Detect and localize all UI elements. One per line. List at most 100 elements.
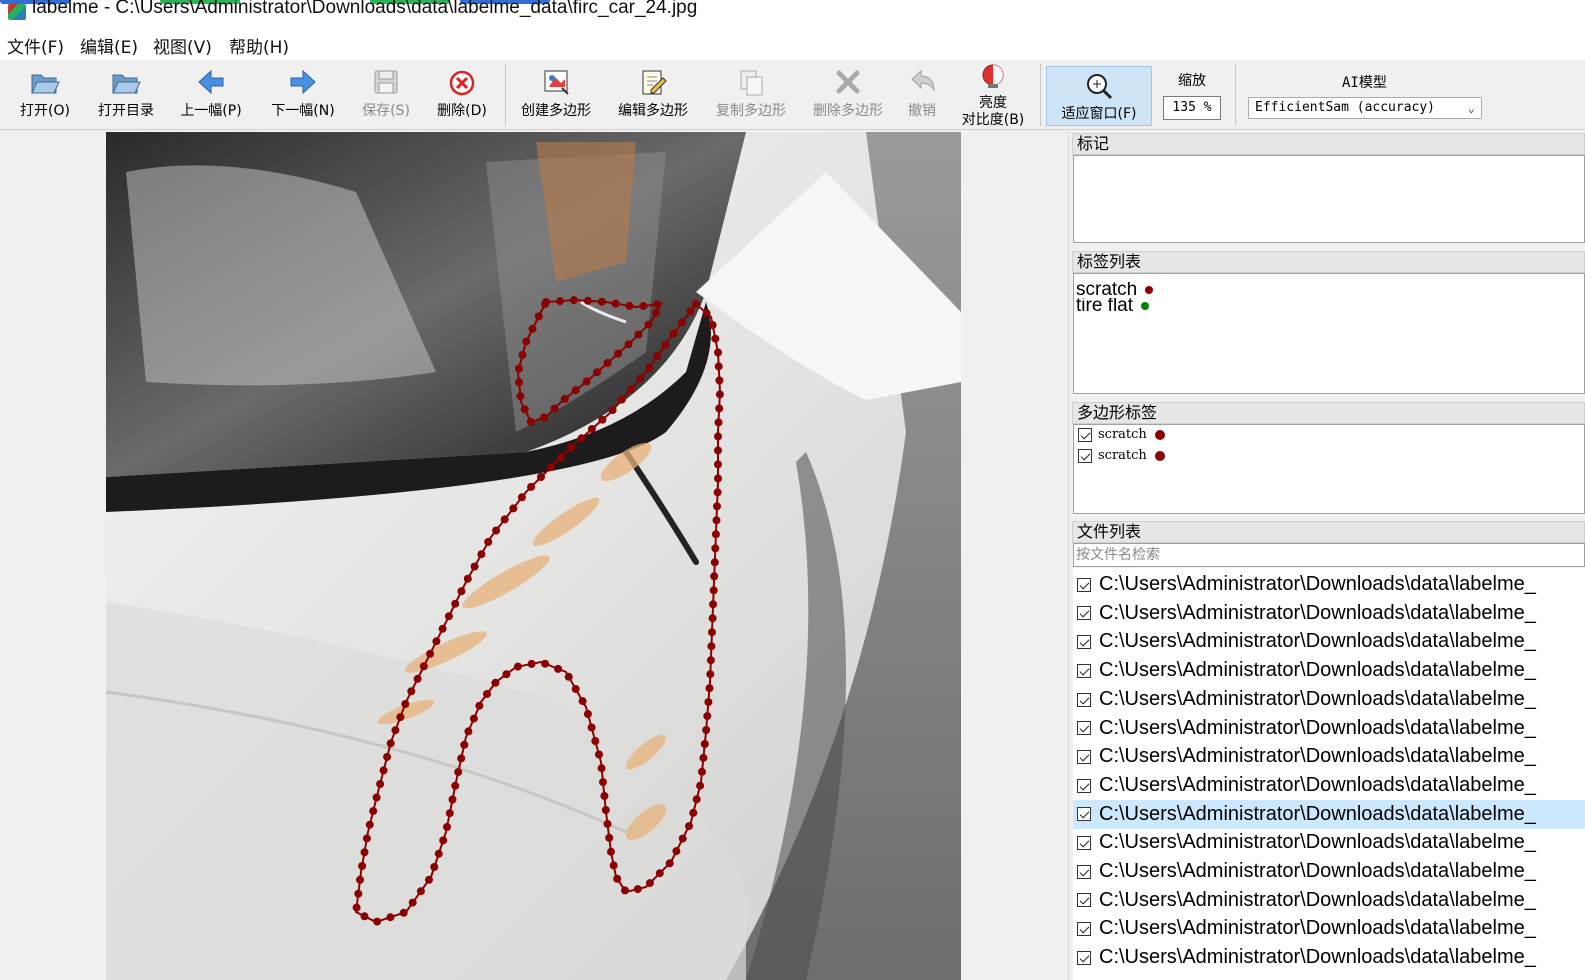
- polygon-vertex[interactable]: [401, 700, 410, 708]
- polygon-vertex[interactable]: [661, 340, 670, 349]
- polygon-vertex[interactable]: [653, 352, 662, 361]
- polygon-vertex[interactable]: [708, 321, 717, 329]
- polygon-vertex[interactable]: [678, 318, 687, 327]
- polygon-vertex[interactable]: [571, 685, 580, 693]
- file-list-item[interactable]: C:\Users\Administrator\Downloads\data\la…: [1073, 742, 1585, 771]
- file-list-item[interactable]: C:\Users\Administrator\Downloads\data\la…: [1073, 914, 1585, 943]
- polygon-vertex[interactable]: [714, 418, 723, 427]
- polygon-vertex[interactable]: [711, 334, 720, 343]
- polygon-vertex[interactable]: [583, 710, 592, 718]
- file-list[interactable]: C:\Users\Administrator\Downloads\data\la…: [1073, 568, 1585, 980]
- file-checkbox[interactable]: [1077, 864, 1091, 879]
- polygon-vertex[interactable]: [597, 764, 606, 773]
- polygon-vertex[interactable]: [360, 912, 369, 921]
- polygon-vertex[interactable]: [526, 417, 535, 426]
- polygon-vertex[interactable]: [713, 488, 722, 497]
- polygon-vertex[interactable]: [360, 848, 369, 857]
- polygon-vertex[interactable]: [603, 359, 612, 367]
- polygon-vertex[interactable]: [711, 530, 720, 539]
- polygon-vertex[interactable]: [613, 874, 622, 883]
- polygon-vertex[interactable]: [655, 869, 664, 878]
- polygon-vertex[interactable]: [386, 913, 395, 922]
- polygon-vertex[interactable]: [702, 309, 711, 318]
- file-checkbox[interactable]: [1077, 749, 1091, 764]
- polygon-vertex[interactable]: [413, 674, 422, 683]
- polygon-vertex[interactable]: [597, 297, 606, 306]
- polygon-vertex[interactable]: [714, 446, 722, 455]
- polygon-vertex[interactable]: [454, 768, 463, 777]
- file-checkbox[interactable]: [1077, 836, 1091, 851]
- create-polygon-button[interactable]: 创建多边形: [512, 60, 600, 128]
- polygon-vertex[interactable]: [425, 875, 433, 884]
- polygon-vertex[interactable]: [500, 515, 509, 524]
- file-list-item[interactable]: C:\Users\Administrator\Downloads\data\la…: [1073, 685, 1585, 714]
- polygon-vertex[interactable]: [578, 697, 587, 706]
- polygon-vertex[interactable]: [587, 425, 596, 433]
- polygon-vertex[interactable]: [700, 740, 709, 748]
- car-photo[interactable]: [106, 132, 961, 980]
- polygon-vertex[interactable]: [448, 795, 457, 804]
- polygon-vertex[interactable]: [556, 453, 565, 462]
- polygon-vertex[interactable]: [541, 659, 550, 668]
- polygon-vertex[interactable]: [541, 299, 549, 308]
- label-list-item[interactable]: tire flat: [1076, 298, 1150, 314]
- polygon-vertex[interactable]: [520, 405, 529, 414]
- polygon-vertex[interactable]: [605, 833, 614, 842]
- polygon-vertex[interactable]: [550, 404, 559, 413]
- polygon-vertex[interactable]: [708, 614, 717, 623]
- label-list-item[interactable]: scratch: [1076, 282, 1154, 298]
- open-dir-button[interactable]: 打开目录: [90, 60, 162, 128]
- polygon-vertex[interactable]: [396, 713, 405, 722]
- polygon-vertex[interactable]: [419, 662, 428, 671]
- polygon-vertex[interactable]: [470, 562, 479, 571]
- polygon-vertex[interactable]: [484, 538, 493, 546]
- flags-list[interactable]: [1073, 155, 1585, 243]
- polygon-vertex[interactable]: [600, 792, 609, 800]
- polygon-vertex[interactable]: [645, 879, 654, 888]
- polygon-vertex[interactable]: [698, 767, 706, 776]
- file-checkbox[interactable]: [1077, 922, 1091, 937]
- polygon-vertex[interactable]: [514, 364, 523, 373]
- polygon-vertex[interactable]: [714, 460, 722, 469]
- polygon-vertex[interactable]: [546, 463, 555, 472]
- polygon-vertex[interactable]: [611, 299, 620, 308]
- file-list-item[interactable]: C:\Users\Administrator\Downloads\data\la…: [1073, 943, 1585, 972]
- polygon-vertex[interactable]: [595, 750, 603, 759]
- polygon-label-item[interactable]: scratch: [1078, 427, 1165, 447]
- polygon-vertex[interactable]: [714, 474, 722, 483]
- polygon-vertex[interactable]: [582, 377, 591, 386]
- polygon-vertex[interactable]: [358, 862, 367, 870]
- file-list-item[interactable]: C:\Users\Administrator\Downloads\data\la…: [1073, 570, 1585, 599]
- file-checkbox[interactable]: [1077, 635, 1091, 650]
- file-checkbox[interactable]: [1077, 721, 1091, 736]
- file-search-input[interactable]: 按文件名检索: [1073, 543, 1585, 567]
- polygon-vertex[interactable]: [517, 493, 526, 502]
- polygon-vertex[interactable]: [587, 723, 596, 732]
- polygon-vertex[interactable]: [665, 859, 674, 868]
- prev-image-button[interactable]: 上一幅(P): [172, 60, 250, 128]
- file-list-item[interactable]: C:\Users\Administrator\Downloads\data\la…: [1073, 599, 1585, 628]
- polygon-vertex[interactable]: [502, 670, 511, 679]
- polygon-vertex[interactable]: [567, 443, 575, 452]
- file-list-item[interactable]: C:\Users\Administrator\Downloads\data\la…: [1073, 799, 1585, 829]
- polygon-vertex[interactable]: [369, 807, 378, 816]
- polygon-vertex[interactable]: [634, 330, 643, 339]
- polygon-vertex[interactable]: [554, 664, 563, 673]
- ai-model-select[interactable]: EfficientSam (accuracy) ⌄: [1248, 97, 1482, 119]
- polygon-vertex[interactable]: [463, 574, 472, 583]
- polygon-vertex[interactable]: [703, 712, 712, 721]
- polygon-vertex[interactable]: [540, 413, 549, 422]
- polygon-vertex[interactable]: [685, 822, 693, 831]
- file-checkbox[interactable]: [1077, 577, 1091, 592]
- polygon-vertex[interactable]: [516, 392, 525, 401]
- polygon-vertex[interactable]: [445, 809, 454, 818]
- polygon-vertex[interactable]: [513, 662, 522, 671]
- polygon-vertex[interactable]: [352, 903, 361, 912]
- save-button[interactable]: 保存(S): [354, 60, 418, 128]
- polygon-label-item[interactable]: scratch: [1078, 448, 1165, 468]
- polygon-vertex[interactable]: [621, 886, 629, 895]
- menu-file[interactable]: 文件(F): [7, 33, 64, 58]
- polygon-vertex[interactable]: [689, 808, 698, 817]
- brightness-contrast-button[interactable]: 亮度 对比度(B): [954, 60, 1032, 128]
- polygon-vertex[interactable]: [518, 351, 527, 359]
